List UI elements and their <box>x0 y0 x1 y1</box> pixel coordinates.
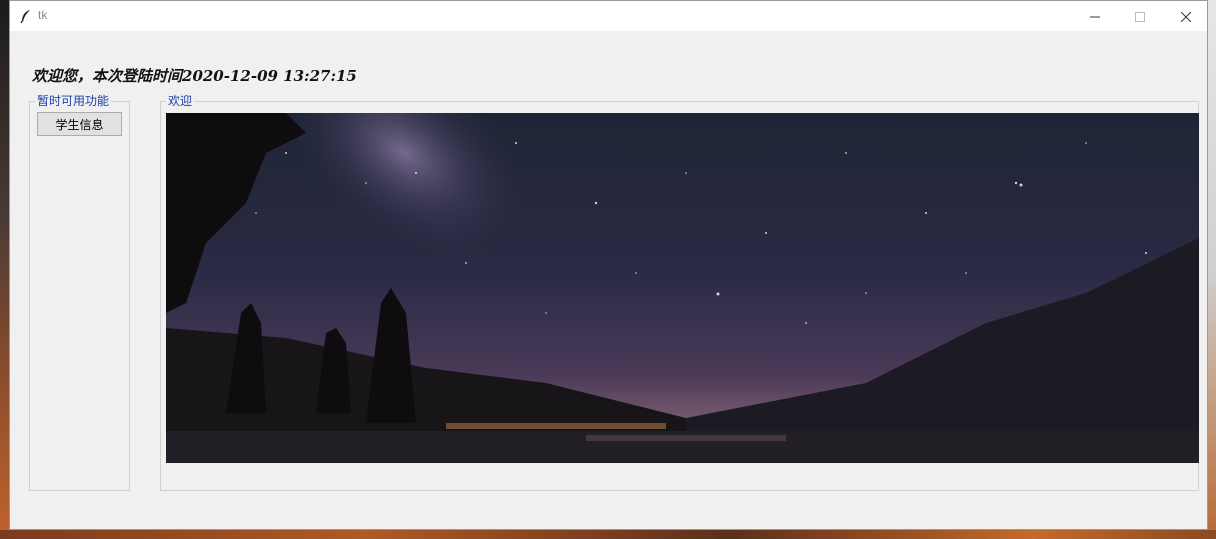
desktop-background-left <box>0 0 9 539</box>
close-icon <box>1180 7 1192 26</box>
title-bar[interactable]: tk <box>10 1 1207 31</box>
close-button[interactable] <box>1163 1 1209 31</box>
minimize-button[interactable] <box>1072 1 1118 31</box>
welcome-frame: 欢迎 <box>160 94 1199 491</box>
desktop-background-right <box>1208 0 1216 539</box>
app-window: tk 欢迎您，本次登陆时间2020-12-09 13:27:15 暂时可用功能 … <box>9 0 1208 530</box>
minimize-icon <box>1090 7 1100 26</box>
available-functions-label: 暂时可用功能 <box>35 94 112 108</box>
welcome-frame-label: 欢迎 <box>166 94 195 108</box>
available-functions-frame: 暂时可用功能 学生信息 <box>29 94 130 491</box>
student-info-button[interactable]: 学生信息 <box>37 112 122 136</box>
maximize-icon <box>1135 7 1145 26</box>
feather-icon <box>18 8 34 24</box>
window-title: tk <box>38 8 48 22</box>
welcome-message: 欢迎您，本次登陆时间2020-12-09 13:27:15 <box>32 67 357 85</box>
maximize-button[interactable] <box>1117 1 1163 31</box>
desktop-background-bottom <box>0 530 1216 539</box>
night-sky-image <box>166 113 1199 463</box>
